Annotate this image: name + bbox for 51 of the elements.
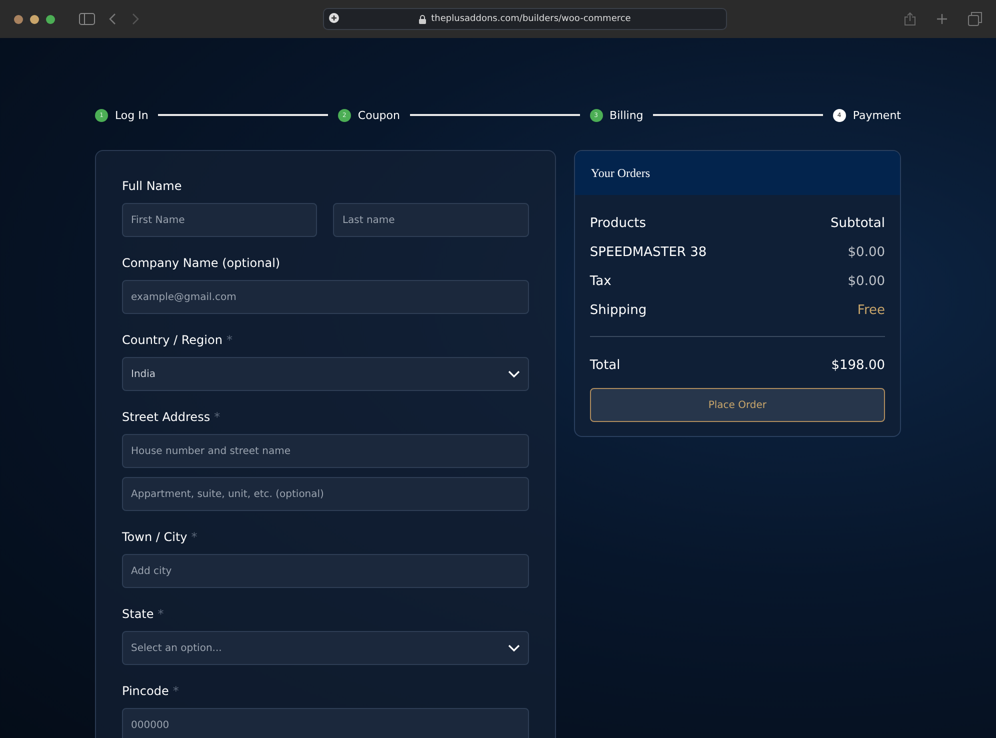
field-label: Pincode bbox=[122, 684, 169, 698]
select-field[interactable]: Select an option... bbox=[122, 631, 529, 665]
share-icon[interactable] bbox=[904, 12, 916, 26]
privacy-icon[interactable] bbox=[329, 13, 339, 23]
required-mark: * bbox=[214, 410, 220, 424]
input-field[interactable]: example@gmail.com bbox=[122, 280, 529, 314]
required-mark: * bbox=[191, 530, 198, 544]
step-label: Coupon bbox=[358, 108, 400, 122]
step-label: Billing bbox=[610, 108, 644, 122]
field-label: Street Address bbox=[122, 410, 210, 424]
url-text: theplusaddons.com/builders/woo-commerce bbox=[431, 14, 631, 24]
sidebar-icon[interactable] bbox=[79, 13, 95, 25]
close-window-icon[interactable] bbox=[14, 14, 23, 24]
required-mark: * bbox=[158, 607, 164, 621]
column-heading: Subtotal bbox=[830, 216, 885, 231]
chevron-down-icon bbox=[508, 370, 520, 378]
input-field[interactable]: Add city bbox=[122, 554, 529, 588]
field-label: Town / City bbox=[122, 530, 188, 544]
place-order-button[interactable]: Place Order bbox=[590, 388, 885, 422]
order-item-value: $0.00 bbox=[848, 245, 885, 260]
input-field[interactable]: House number and street name bbox=[122, 434, 529, 468]
input-field[interactable]: 000000 bbox=[122, 708, 529, 738]
tabs-overview-icon[interactable] bbox=[968, 12, 982, 26]
zoom-window-icon[interactable] bbox=[46, 14, 55, 24]
column-heading: Products bbox=[590, 216, 646, 231]
order-item-label: Shipping bbox=[590, 303, 647, 318]
required-mark: * bbox=[226, 333, 232, 347]
lock-icon bbox=[419, 14, 426, 24]
orders-title: Your Orders bbox=[590, 166, 650, 180]
address-bar[interactable]: theplusaddons.com/builders/woo-commerce bbox=[323, 8, 727, 30]
required-mark: * bbox=[172, 684, 179, 698]
total-label: Total bbox=[590, 358, 620, 373]
minimize-window-icon[interactable] bbox=[30, 14, 39, 24]
back-icon[interactable] bbox=[109, 13, 117, 25]
field-label: Country / Region bbox=[122, 333, 222, 347]
step-label: Log In bbox=[115, 108, 148, 122]
field-label: Full Name bbox=[122, 179, 182, 193]
order-item-value: $0.00 bbox=[848, 274, 885, 289]
order-item-value: Free bbox=[857, 303, 885, 318]
input-field[interactable]: Appartment, suite, unit, etc. (optional) bbox=[122, 477, 529, 511]
order-item-label: SPEEDMASTER 38 bbox=[590, 245, 707, 260]
field-label: State bbox=[122, 607, 154, 621]
chevron-down-icon bbox=[508, 644, 520, 652]
new-tab-icon[interactable] bbox=[936, 13, 948, 25]
step-label: Payment bbox=[852, 108, 901, 122]
total-value: $198.00 bbox=[831, 358, 885, 373]
select-field[interactable]: India bbox=[122, 357, 529, 391]
input-field[interactable]: Last name bbox=[333, 203, 529, 237]
field-label: Company Name (optional) bbox=[122, 256, 280, 270]
input-field[interactable]: First Name bbox=[122, 203, 318, 237]
order-item-label: Tax bbox=[590, 274, 612, 289]
